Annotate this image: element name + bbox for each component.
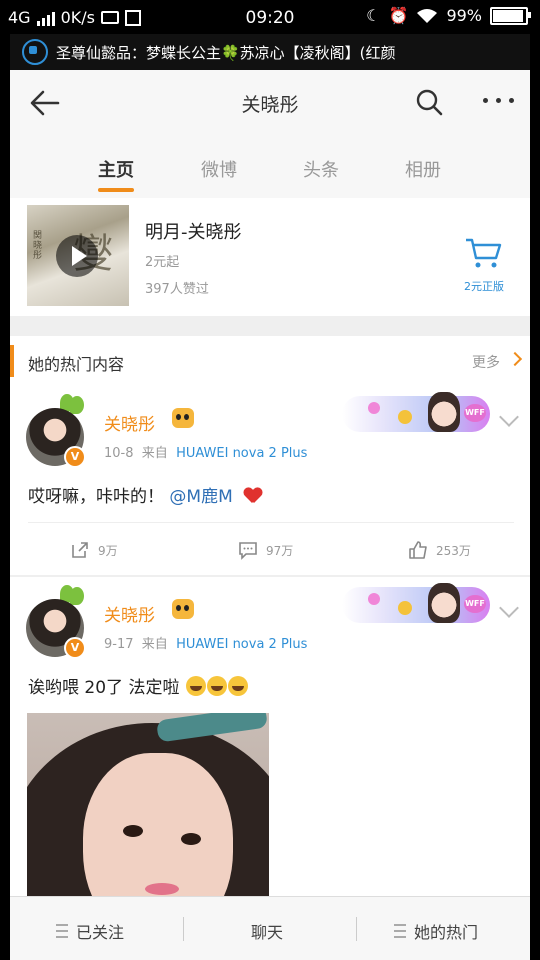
post-meta: 10-8 来自 HUAWEI nova 2 Plus	[104, 442, 307, 461]
like-count: 253万	[436, 543, 471, 558]
chevron-down-icon[interactable]	[499, 598, 519, 618]
laughing-emoji-icon	[185, 676, 206, 696]
post-date: 9-17	[104, 637, 134, 652]
active-tab-indicator	[98, 188, 134, 192]
like-button[interactable]: 253万	[408, 540, 471, 560]
followed-label: 已关注	[76, 923, 125, 942]
post-text: 哎呀嘛，咔咔的！ @M鹿M	[28, 482, 262, 507]
thumb-side-text: 関晓彤	[33, 231, 43, 261]
menu-lines-icon	[56, 924, 68, 938]
wifi-icon	[417, 8, 438, 23]
verified-badge: V	[64, 446, 86, 468]
tab-album[interactable]: 相册	[388, 156, 458, 182]
fan-card-banner[interactable]: WFF	[342, 583, 490, 623]
hot-button[interactable]: 她的热门	[394, 919, 478, 943]
avatar[interactable]: V	[26, 599, 86, 659]
thumbs-up-icon	[409, 541, 427, 559]
section-accent-bar	[10, 345, 14, 377]
post-text: 诶哟喂 20了 法定啦	[28, 673, 248, 698]
tab-weibo[interactable]: 微博	[184, 156, 254, 182]
profile-tabs: 主页 微博 头条 相册	[10, 134, 530, 199]
laughing-emoji-icon	[227, 676, 248, 696]
username[interactable]: 关晓彤	[104, 601, 155, 626]
status-right: ☾ ⏰ 99%	[366, 6, 531, 25]
nav-bar: 关晓彤	[10, 70, 530, 135]
app-window: 关晓彤 主页 微博 头条 相册 関晓彤 燮 明月-关晓彤 2元起 397人赞过 …	[10, 70, 530, 960]
notification-ticker[interactable]: 圣尊仙懿品：梦蝶长公主🍀苏凉心【凌秋阁】(红颜	[10, 34, 530, 70]
from-label: 来自	[141, 446, 168, 461]
product-likes: 397人赞过	[145, 282, 209, 297]
menu-lines-icon	[394, 924, 406, 938]
tab-home[interactable]: 主页	[81, 156, 151, 182]
username[interactable]: 关晓彤	[104, 410, 155, 435]
post-meta: 9-17 来自 HUAWEI nova 2 Plus	[104, 633, 307, 652]
chevron-right-icon[interactable]	[507, 351, 523, 367]
post-actions: 9万 97万 253万	[10, 526, 530, 574]
more-dots-icon[interactable]	[483, 98, 514, 103]
moon-icon: ☾	[366, 6, 381, 25]
battery-percent: 99%	[446, 6, 482, 25]
wff-badge: WFF	[464, 404, 486, 422]
status-bar: 4G 0K/s 09:20 ☾ ⏰ 99%	[0, 0, 540, 34]
device-link[interactable]: HUAWEI nova 2 Plus	[176, 637, 307, 652]
divider	[183, 917, 184, 941]
comment-icon	[239, 542, 257, 560]
hot-label: 她的热门	[414, 923, 479, 942]
vip-crown-icon	[172, 408, 194, 428]
post-text-body: 诶哟喂 20了 法定啦	[28, 678, 180, 698]
post-photo[interactable]	[27, 713, 269, 913]
section-title: 她的热门内容	[28, 355, 125, 374]
battery-icon	[490, 6, 531, 25]
avatar[interactable]: V	[26, 408, 86, 468]
repost-button[interactable]: 9万	[70, 540, 118, 560]
divider	[28, 522, 514, 523]
chat-button[interactable]: 聊天	[251, 919, 283, 943]
ticker-text: 圣尊仙懿品：梦蝶长公主🍀苏凉心【凌秋阁】(红颜	[56, 43, 396, 62]
cart-label[interactable]: 2元正版	[464, 278, 504, 294]
chevron-down-icon[interactable]	[499, 407, 519, 427]
laughing-emoji-icon	[206, 676, 227, 696]
battery-fill	[493, 9, 523, 22]
repost-count: 9万	[98, 543, 118, 558]
wff-badge: WFF	[464, 595, 486, 613]
play-icon[interactable]	[56, 235, 98, 277]
music-product-card[interactable]: 関晓彤 燮 明月-关晓彤 2元起 397人赞过 2元正版	[10, 198, 530, 316]
product-title: 明月-关晓彤	[145, 222, 242, 243]
heart-emoji-icon	[244, 488, 262, 504]
search-icon[interactable]	[414, 87, 444, 117]
device-link[interactable]: HUAWEI nova 2 Plus	[176, 446, 307, 461]
fan-card-portrait	[428, 392, 460, 432]
repost-icon	[72, 542, 88, 558]
post-text-body: 哎呀嘛，咔咔的！	[28, 487, 164, 507]
post-date: 10-8	[104, 446, 134, 461]
verified-badge: V	[64, 637, 86, 659]
tab-headlines[interactable]: 头条	[286, 156, 356, 182]
vip-crown-icon	[172, 599, 194, 619]
fan-card-portrait	[428, 583, 460, 623]
comment-count: 97万	[266, 543, 294, 558]
mention-link[interactable]: @M鹿M	[169, 487, 232, 507]
more-link[interactable]: 更多	[472, 352, 500, 372]
weibo-post[interactable]: V 关晓彤 10-8 来自 HUAWEI nova 2 Plus WFF 哎呀嘛…	[10, 386, 530, 575]
chat-label: 聊天	[251, 923, 284, 942]
app-notification-icon	[22, 39, 48, 65]
product-price: 2元起	[145, 255, 180, 270]
album-thumbnail[interactable]: 関晓彤 燮	[27, 205, 129, 306]
cart-icon[interactable]	[464, 236, 502, 270]
hot-content-header: 她的热门内容 更多	[10, 336, 530, 387]
from-label: 来自	[141, 637, 168, 652]
divider	[356, 917, 357, 941]
bottom-action-bar: 已关注 聊天 她的热门	[10, 896, 530, 960]
alarm-icon: ⏰	[388, 6, 409, 25]
comment-button[interactable]: 97万	[238, 540, 293, 560]
fan-card-banner[interactable]: WFF	[342, 392, 490, 432]
page-title: 关晓彤	[241, 94, 299, 116]
followed-button[interactable]: 已关注	[56, 919, 124, 943]
